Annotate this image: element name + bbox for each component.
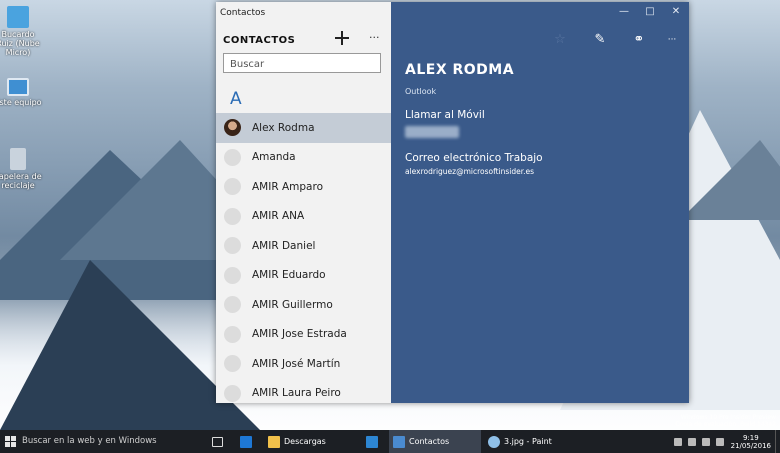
search-input[interactable]: [228, 55, 382, 73]
taskbar-edge[interactable]: [236, 430, 258, 453]
avatar: [224, 119, 241, 137]
call-mobile-link[interactable]: Llamar al Móvil: [405, 109, 485, 121]
window-controls: — □ ✕: [611, 2, 689, 22]
window-title: Contactos: [220, 8, 266, 18]
people-icon[interactable]: [673, 437, 682, 446]
contact-row-amir-guillermo[interactable]: AMIR Guillermo: [216, 290, 391, 320]
phone-number-redacted: [405, 126, 459, 138]
contact-row-alex-rodma[interactable]: Alex Rodma: [216, 113, 391, 143]
taskbar-item-label: Contactos: [409, 437, 450, 446]
contacts-icon: [393, 435, 405, 448]
windows-watermark: Windows 10 Pro Insider Preview Copia de …: [675, 414, 776, 428]
edit-icon[interactable]: ✎: [591, 32, 609, 48]
group-letter-heading[interactable]: A: [230, 89, 242, 109]
windows-logo-icon: [4, 436, 16, 447]
contact-name: AMIR Guillermo: [252, 298, 333, 311]
contacts-header: CONTACTOS: [223, 35, 296, 46]
recycle-bin-icon: [10, 148, 26, 170]
network-icon[interactable]: [687, 437, 696, 446]
contact-name: Amanda: [252, 151, 296, 164]
system-tray: 9:19 21/05/2016: [671, 430, 780, 453]
task-view-button[interactable]: [208, 430, 228, 453]
add-contact-button[interactable]: [334, 30, 350, 46]
folder-icon: [268, 435, 280, 448]
avatar: [224, 148, 241, 166]
edge-icon: [240, 435, 252, 448]
taskbar-search[interactable]: Buscar en la web y en Windows: [22, 430, 157, 453]
contacts-list-pane: Contactos CONTACTOS ··· A Alex Rodma Ama…: [216, 2, 392, 403]
email-label: Correo electrónico Trabajo: [405, 152, 543, 164]
star-icon[interactable]: ☆: [551, 32, 569, 48]
paint-icon: [488, 435, 500, 448]
maximize-button[interactable]: □: [637, 2, 663, 22]
avatar: [224, 207, 241, 225]
more-icon[interactable]: ···: [663, 32, 681, 48]
contact-name: AMIR Jose Estrada: [252, 328, 347, 341]
watermark-line: Windows 10 Pro Insider Preview: [680, 414, 776, 421]
avatar: [224, 325, 241, 343]
email-link[interactable]: alexrodriguez@microsoftinsider.es: [405, 167, 534, 176]
store-icon: [366, 435, 378, 448]
more-options-button[interactable]: ···: [369, 31, 380, 44]
contact-name: AMIR ANA: [252, 210, 305, 223]
account-label: Outlook: [405, 87, 437, 96]
avatar: [224, 384, 241, 402]
desktop-icon-user[interactable]: Bucardo Ruiz (Nube Micro): [0, 6, 42, 57]
avatar: [224, 178, 241, 196]
clock-time: 9:19: [742, 433, 759, 442]
contact-list: Alex Rodma Amanda AMIR Amparo AMIR ANA A…: [216, 113, 391, 403]
taskbar-contactos[interactable]: Contactos: [389, 430, 481, 453]
taskbar-paint[interactable]: 3.jpg - Paint: [484, 430, 576, 453]
link-icon[interactable]: ⚭: [630, 32, 648, 48]
desktop-icon-recycle-bin[interactable]: Papelera de reciclaje: [0, 148, 42, 190]
minimize-button[interactable]: —: [611, 2, 637, 22]
desktop-icon-computer[interactable]: Este equipo: [0, 78, 42, 107]
taskbar-descargas[interactable]: Descargas: [264, 430, 356, 453]
battery-icon[interactable]: [715, 437, 724, 446]
clock[interactable]: 9:19 21/05/2016: [731, 434, 771, 450]
contact-name: AMIR Daniel: [252, 239, 316, 252]
contact-row-amir-laura-peiro[interactable]: AMIR Laura Peiro: [216, 379, 391, 404]
contact-name: AMIR José Martín: [252, 357, 341, 370]
contact-name: AMIR Amparo: [252, 180, 323, 193]
taskbar: Buscar en la web y en Windows Descargas …: [0, 430, 780, 453]
contact-row-amir-amparo[interactable]: AMIR Amparo: [216, 172, 391, 202]
taskbar-store[interactable]: [362, 430, 384, 453]
contacts-window: Contactos CONTACTOS ··· A Alex Rodma Ama…: [216, 2, 689, 403]
watermark-line: Copia de evaluación. Build 14342: [675, 421, 776, 428]
computer-icon: [7, 78, 29, 96]
contact-row-amir-daniel[interactable]: AMIR Daniel: [216, 231, 391, 261]
contact-detail-pane: — □ ✕ ☆ ✎ ⚭ ··· ALEX RODMA Outlook Llama…: [391, 2, 689, 403]
contact-title: ALEX RODMA: [405, 62, 515, 78]
desktop-icon-label: Este equipo: [0, 98, 42, 107]
task-view-icon: [212, 436, 223, 447]
avatar: [224, 355, 241, 373]
search-box[interactable]: [223, 53, 382, 73]
show-desktop-button[interactable]: [775, 430, 780, 453]
desktop-icon-label: Papelera de reciclaje: [0, 172, 42, 190]
contact-name: AMIR Eduardo: [252, 269, 326, 282]
contact-row-amir-ana[interactable]: AMIR ANA: [216, 202, 391, 232]
contact-row-amir-jose-martin[interactable]: AMIR José Martín: [216, 349, 391, 379]
clock-date: 21/05/2016: [730, 441, 771, 450]
contact-row-amir-jose-estrada[interactable]: AMIR Jose Estrada: [216, 320, 391, 350]
start-button[interactable]: [0, 430, 20, 453]
close-button[interactable]: ✕: [663, 2, 689, 22]
contact-row-amanda[interactable]: Amanda: [216, 143, 391, 173]
avatar: [224, 237, 241, 255]
contact-name: Alex Rodma: [252, 121, 315, 134]
avatar: [224, 296, 241, 314]
contact-row-amir-eduardo[interactable]: AMIR Eduardo: [216, 261, 391, 291]
volume-icon[interactable]: [701, 437, 710, 446]
user-folder-icon: [7, 6, 29, 28]
taskbar-item-label: Descargas: [284, 437, 326, 446]
avatar: [224, 266, 241, 284]
mountain-shape: [680, 140, 780, 220]
desktop-icon-label: Bucardo Ruiz (Nube Micro): [0, 30, 40, 57]
taskbar-item-label: 3.jpg - Paint: [504, 437, 552, 446]
contact-name: AMIR Laura Peiro: [252, 387, 341, 400]
